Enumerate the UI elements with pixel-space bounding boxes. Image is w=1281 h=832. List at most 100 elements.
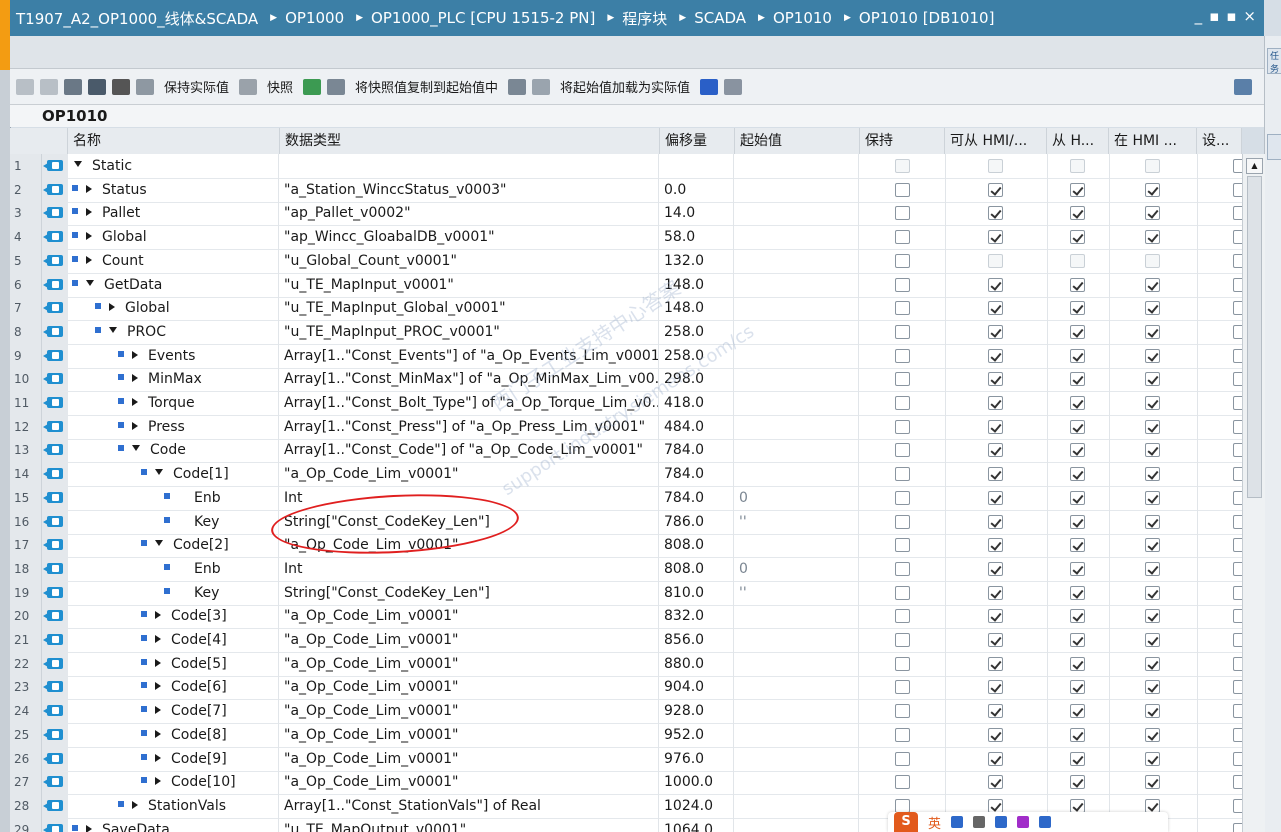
scroll-thumb[interactable] bbox=[1247, 176, 1262, 498]
collapse-arrow-icon[interactable] bbox=[155, 469, 163, 476]
close-button[interactable]: × bbox=[1243, 7, 1256, 25]
name-cell[interactable]: Code[5] bbox=[68, 651, 279, 676]
retain-checkbox[interactable] bbox=[895, 230, 910, 245]
setpoint-checkbox[interactable] bbox=[1233, 798, 1242, 813]
hmi-access-checkbox[interactable] bbox=[988, 798, 1003, 813]
datatype-cell[interactable]: Array[1.."Const_Events"] of "a_Op_Events… bbox=[280, 343, 659, 368]
row-number[interactable]: 15 bbox=[10, 485, 42, 510]
start-value-cell[interactable] bbox=[735, 533, 859, 558]
hmi-access-checkbox[interactable] bbox=[988, 348, 1003, 363]
hmi-visible-checkbox[interactable] bbox=[1145, 324, 1160, 339]
row-number[interactable]: 6 bbox=[10, 272, 42, 297]
start-value-cell[interactable]: 0 bbox=[735, 485, 859, 510]
table-row[interactable]: 27 Code[10] "a_Op_Code_Lim_v0001" 1000.0 bbox=[10, 770, 1242, 796]
name-cell[interactable]: GetData bbox=[68, 272, 279, 297]
header-setpoint[interactable]: 设... bbox=[1197, 128, 1242, 154]
task-tab[interactable]: 任务 bbox=[1267, 48, 1281, 75]
expand-arrow-icon[interactable] bbox=[86, 255, 92, 264]
setpoint-checkbox[interactable] bbox=[1233, 230, 1242, 245]
retain-checkbox[interactable] bbox=[895, 751, 910, 766]
hmi-access-checkbox[interactable] bbox=[988, 396, 1003, 410]
add-row-icon[interactable] bbox=[40, 78, 58, 95]
breadcrumb-item[interactable]: OP1000_PLC [CPU 1515-2 PN] bbox=[371, 9, 595, 27]
retain-checkbox[interactable] bbox=[895, 396, 910, 410]
hmi-visible-checkbox[interactable] bbox=[1145, 561, 1160, 576]
hmi-visible-checkbox[interactable] bbox=[1145, 159, 1160, 173]
table-row[interactable]: 14 Code[1] "a_Op_Code_Lim_v0001" 784.0 bbox=[10, 462, 1242, 488]
expand-arrow-icon[interactable] bbox=[132, 374, 138, 383]
panel-toggle-icon[interactable] bbox=[1234, 78, 1252, 95]
hmi-writable-checkbox[interactable] bbox=[1070, 230, 1085, 245]
setpoint-checkbox[interactable] bbox=[1233, 159, 1242, 173]
table-row[interactable]: 10 MinMax Array[1.."Const_MinMax"] of "a_O… bbox=[10, 367, 1242, 393]
table-row[interactable]: 21 Code[4] "a_Op_Code_Lim_v0001" 856.0 bbox=[10, 628, 1242, 653]
hmi-visible-checkbox[interactable] bbox=[1145, 206, 1160, 221]
hmi-access-checkbox[interactable] bbox=[988, 206, 1003, 221]
copy-snapshot-button[interactable]: 将快照值复制到起始值中 bbox=[355, 77, 498, 96]
setpoint-checkbox[interactable] bbox=[1233, 704, 1242, 719]
datatype-cell[interactable]: "a_Op_Code_Lim_v0001" bbox=[280, 533, 659, 558]
expand-arrow-icon[interactable] bbox=[155, 706, 161, 715]
start-value-cell[interactable] bbox=[735, 462, 859, 487]
header-retain[interactable]: 保持 bbox=[860, 128, 945, 154]
name-cell[interactable]: Global bbox=[68, 225, 279, 250]
datatype-cell[interactable]: "a_Op_Code_Lim_v0001" bbox=[280, 746, 659, 771]
expand-arrow-icon[interactable] bbox=[132, 421, 138, 430]
breadcrumb-item[interactable]: SCADA bbox=[694, 9, 746, 27]
header-hmi-access[interactable]: 可从 HMI/... bbox=[945, 128, 1047, 154]
hmi-access-checkbox[interactable] bbox=[988, 372, 1003, 387]
table-row[interactable]: 4 Global "ap_Wincc_GloabalDB_v0001" 58.0 bbox=[10, 225, 1242, 251]
retain-checkbox[interactable] bbox=[895, 348, 910, 363]
start-value-cell[interactable] bbox=[735, 699, 859, 724]
start-value-cell[interactable] bbox=[735, 272, 859, 297]
setpoint-checkbox[interactable] bbox=[1233, 490, 1242, 505]
start-value-cell[interactable] bbox=[735, 817, 859, 832]
retain-checkbox[interactable] bbox=[895, 443, 910, 458]
table-row[interactable]: 24 Code[7] "a_Op_Code_Lim_v0001" 928.0 bbox=[10, 699, 1242, 725]
hmi-visible-checkbox[interactable] bbox=[1145, 253, 1160, 268]
hmi-access-checkbox[interactable] bbox=[988, 538, 1003, 553]
hmi-writable-checkbox[interactable] bbox=[1070, 775, 1085, 790]
hmi-access-checkbox[interactable] bbox=[988, 467, 1003, 482]
row-number[interactable]: 3 bbox=[10, 201, 42, 226]
name-cell[interactable]: Count bbox=[68, 248, 279, 273]
table-row[interactable]: 20 Code[3] "a_Op_Code_Lim_v0001" 832.0 bbox=[10, 604, 1242, 630]
datatype-cell[interactable]: Int bbox=[280, 485, 659, 510]
side-tab[interactable] bbox=[1267, 134, 1281, 160]
expand-arrow-icon[interactable] bbox=[155, 658, 161, 667]
retain-checkbox[interactable] bbox=[895, 467, 910, 482]
retain-checkbox[interactable] bbox=[895, 372, 910, 387]
collapse-all-icon[interactable] bbox=[88, 78, 106, 95]
hmi-writable-checkbox[interactable] bbox=[1070, 704, 1085, 719]
hmi-visible-checkbox[interactable] bbox=[1145, 182, 1160, 197]
datatype-cell[interactable]: Array[1.."Const_StationVals"] of Real bbox=[280, 793, 659, 818]
hmi-access-checkbox[interactable] bbox=[988, 230, 1003, 245]
setpoint-checkbox[interactable] bbox=[1233, 324, 1242, 339]
hmi-writable-checkbox[interactable] bbox=[1070, 467, 1085, 482]
table-row[interactable]: 15 Enb Int 784.0 0 bbox=[10, 485, 1242, 511]
row-number[interactable]: 14 bbox=[10, 462, 42, 487]
hmi-visible-checkbox[interactable] bbox=[1145, 467, 1160, 482]
header-offset[interactable]: 偏移量 bbox=[660, 128, 735, 154]
datatype-cell[interactable]: "a_Op_Code_Lim_v0001" bbox=[280, 770, 659, 795]
hmi-access-checkbox[interactable] bbox=[988, 324, 1003, 339]
retain-checkbox[interactable] bbox=[895, 277, 910, 292]
expand-arrow-icon[interactable] bbox=[155, 635, 161, 643]
row-number[interactable]: 5 bbox=[10, 248, 42, 273]
expand-arrow-icon[interactable] bbox=[132, 350, 138, 359]
datatype-cell[interactable]: "a_Op_Code_Lim_v0001" bbox=[280, 628, 659, 652]
hmi-writable-checkbox[interactable] bbox=[1070, 182, 1085, 197]
ime-keyboard-icon[interactable] bbox=[995, 816, 1008, 828]
hmi-writable-checkbox[interactable] bbox=[1070, 633, 1085, 647]
collapse-arrow-icon[interactable] bbox=[74, 161, 82, 167]
expand-arrow-icon[interactable] bbox=[155, 729, 161, 738]
datatype-cell[interactable]: "a_Op_Code_Lim_v0001" bbox=[280, 604, 659, 629]
setpoint-checkbox[interactable] bbox=[1233, 419, 1242, 434]
hmi-visible-checkbox[interactable] bbox=[1145, 775, 1160, 790]
datatype-cell[interactable]: "u_TE_MapOutput_v0001" bbox=[280, 817, 659, 832]
setpoint-checkbox[interactable] bbox=[1233, 775, 1242, 790]
name-cell[interactable]: Torque bbox=[68, 391, 279, 415]
hmi-writable-checkbox[interactable] bbox=[1070, 277, 1085, 292]
hmi-access-checkbox[interactable] bbox=[988, 633, 1003, 647]
breadcrumb-item[interactable]: OP1000 bbox=[285, 9, 344, 27]
